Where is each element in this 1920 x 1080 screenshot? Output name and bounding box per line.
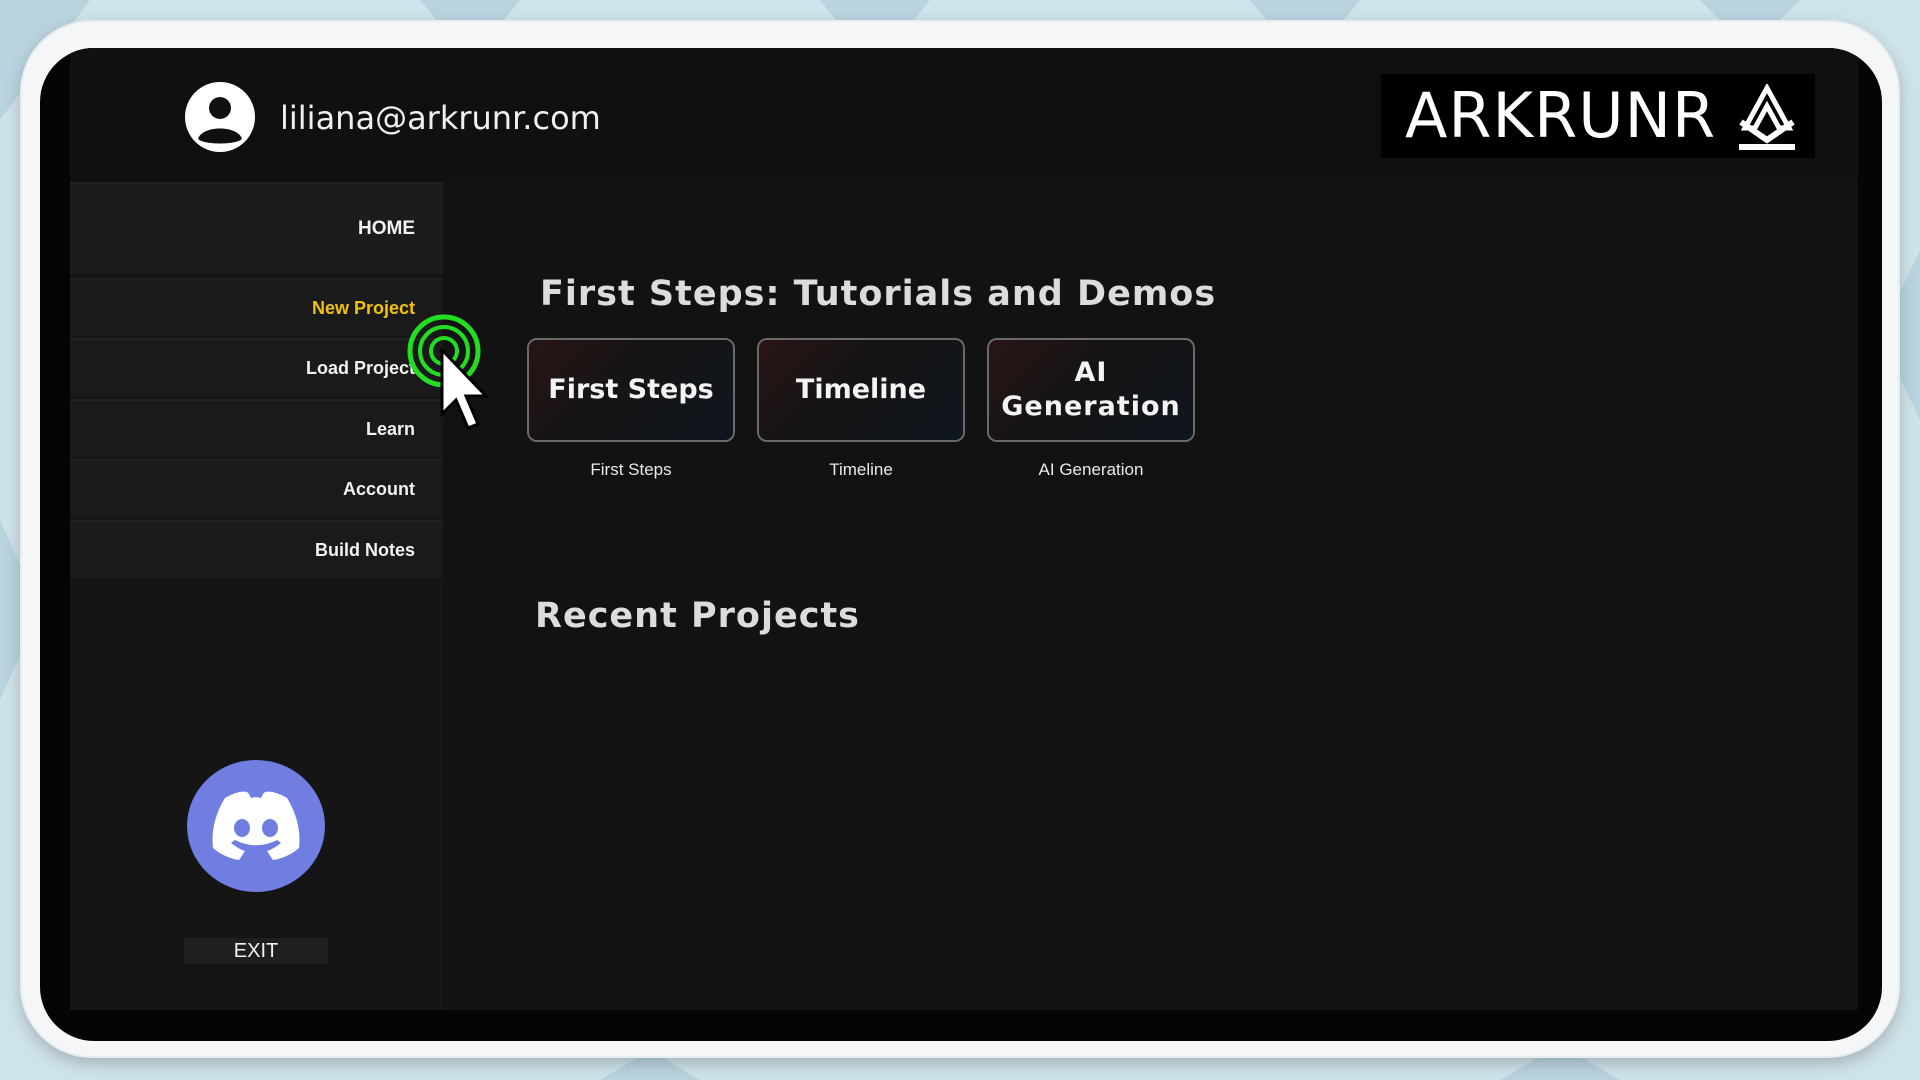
sidebar-item-load-project[interactable]: Load Project	[70, 338, 443, 396]
top-bar: liliana@arkrunr.com ARKRUNR	[70, 48, 1858, 182]
recent-projects-title: Recent Projects	[535, 596, 861, 636]
tutorial-card-ai-generation[interactable]: AI Generation	[987, 338, 1195, 442]
sidebar: HOME New Project Load Project Learn Acco…	[70, 182, 443, 1010]
sidebar-item-new-project[interactable]: New Project	[70, 278, 443, 336]
discord-button[interactable]	[187, 760, 325, 892]
sidebar-item-account[interactable]: Account	[70, 459, 443, 517]
download-arrow-icon	[1739, 84, 1795, 150]
user-email: liliana@arkrunr.com	[280, 99, 601, 137]
card-caption: Timeline	[829, 460, 893, 479]
card-caption: First Steps	[590, 460, 672, 479]
card-caption: AI Generation	[1038, 460, 1144, 479]
card-label: First Steps	[548, 374, 714, 405]
app-screen: liliana@arkrunr.com ARKRUNR HOME New Pro…	[40, 48, 1882, 1041]
sidebar-item-learn[interactable]: Learn	[70, 399, 443, 457]
recent-projects-list	[535, 658, 1815, 988]
card-label: Timeline	[795, 374, 927, 405]
discord-icon	[212, 791, 300, 860]
mouse-pointer-icon	[440, 348, 490, 430]
tutorial-card-timeline[interactable]: Timeline	[757, 338, 965, 442]
launcher-window: liliana@arkrunr.com ARKRUNR HOME New Pro…	[70, 48, 1858, 1010]
arkrunr-logo: ARKRUNR	[1381, 74, 1815, 158]
sidebar-item-home[interactable]: HOME	[70, 182, 443, 274]
logo-text: ARKRUNR	[1405, 79, 1717, 152]
tutorial-card-first-steps[interactable]: First Steps	[527, 338, 735, 442]
card-label: AI Generation	[1001, 357, 1181, 422]
tutorials-section-title: First Steps: Tutorials and Demos	[540, 274, 1217, 314]
exit-button[interactable]: EXIT	[184, 938, 328, 964]
user-avatar-icon[interactable]	[184, 81, 256, 153]
sidebar-item-build-notes[interactable]: Build Notes	[70, 520, 443, 578]
